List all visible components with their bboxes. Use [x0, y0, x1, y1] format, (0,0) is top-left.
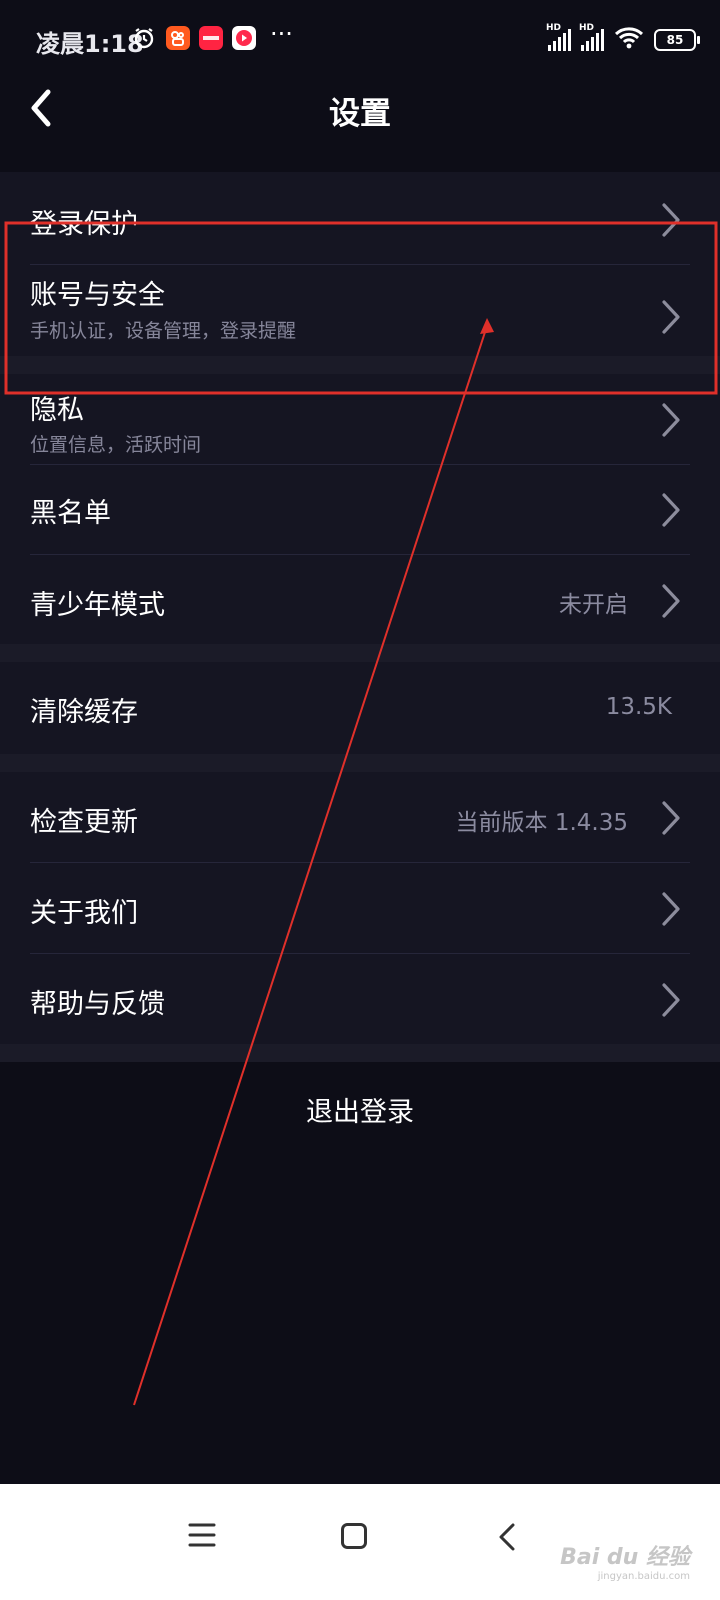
chevron-right-icon	[660, 891, 682, 927]
setting-label: 账号与安全	[30, 280, 165, 311]
more-icon: ···	[270, 20, 293, 48]
setting-clear-cache[interactable]: 清除缓存 13.5K	[0, 662, 720, 754]
setting-label: 青少年模式	[30, 590, 165, 621]
section-gap	[0, 644, 720, 662]
chevron-right-icon	[660, 800, 682, 836]
setting-label: 黑名单	[30, 498, 111, 529]
setting-account-security[interactable]: 账号与安全 手机认证，设备管理，登录提醒	[0, 265, 720, 356]
setting-label: 隐私	[30, 395, 84, 426]
system-nav-bar: Bai du 经验 jingyan.baidu.com	[0, 1484, 720, 1600]
setting-about-us[interactable]: 关于我们	[0, 863, 720, 953]
setting-label: 登录保护	[30, 209, 138, 240]
chevron-right-icon	[660, 583, 682, 619]
section-gap	[0, 356, 720, 374]
logout-button[interactable]: 退出登录	[0, 1090, 720, 1129]
setting-sublabel: 手机认证，设备管理，登录提醒	[30, 320, 297, 342]
baidu-jingyan-watermark: Bai du 经验 jingyan.baidu.com	[560, 1545, 690, 1582]
setting-blacklist[interactable]: 黑名单	[0, 465, 720, 554]
setting-label: 帮助与反馈	[30, 989, 165, 1020]
battery-indicator: 85	[654, 29, 700, 51]
setting-teen-mode[interactable]: 青少年模式 未开启	[0, 555, 720, 644]
setting-help-feedback[interactable]: 帮助与反馈	[0, 954, 720, 1044]
chevron-right-icon	[660, 982, 682, 1018]
setting-privacy[interactable]: 隐私 位置信息，活跃时间	[0, 374, 720, 464]
setting-value: 13.5K	[605, 694, 672, 720]
setting-label: 关于我们	[30, 898, 138, 929]
menu-icon[interactable]	[188, 1522, 216, 1552]
kuaishou-icon	[166, 26, 190, 50]
setting-label: 检查更新	[30, 807, 138, 838]
setting-check-update[interactable]: 检查更新 当前版本 1.4.35	[0, 772, 720, 862]
signal-icon: HD	[579, 23, 604, 51]
section-gap	[0, 754, 720, 772]
setting-value: 当前版本 1.4.35	[455, 810, 628, 836]
setting-value: 未开启	[559, 592, 628, 618]
back-nav-icon[interactable]	[496, 1522, 518, 1556]
video-app-icon	[232, 26, 256, 50]
chevron-right-icon	[660, 299, 682, 335]
chevron-right-icon	[660, 402, 682, 438]
chevron-right-icon	[660, 492, 682, 528]
page-title: 设置	[329, 96, 391, 132]
section-gap	[0, 1044, 720, 1062]
status-bar: 凌晨1:18 ··· HD HD 85	[0, 0, 720, 80]
chevron-right-icon	[660, 202, 682, 238]
home-icon[interactable]	[340, 1522, 368, 1554]
alarm-icon	[132, 26, 156, 50]
status-time: 凌晨1:18	[36, 30, 144, 58]
setting-sublabel: 位置信息，活跃时间	[30, 434, 202, 456]
setting-label: 清除缓存	[30, 697, 138, 728]
top-bar: 设置	[0, 80, 720, 136]
wifi-icon	[614, 26, 644, 54]
xiaohongshu-icon	[199, 26, 223, 50]
setting-login-protection[interactable]: 登录保护	[0, 172, 720, 264]
signal-icon: HD	[546, 23, 571, 51]
